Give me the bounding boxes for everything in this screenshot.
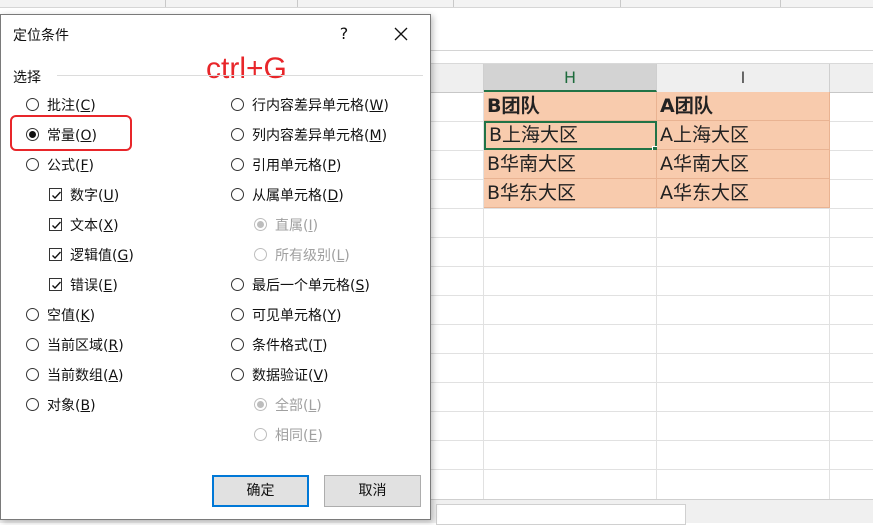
ribbon-separator bbox=[780, 0, 781, 7]
close-icon bbox=[394, 27, 408, 41]
cancel-button[interactable]: 取消 bbox=[324, 475, 421, 507]
goto-special-dialog: 定位条件 ? ctrl+G 选择 批注(C) 常量(O) 公式(F) 数字(U)… bbox=[0, 14, 431, 520]
cell-i-row2[interactable]: A华南大区 bbox=[657, 150, 830, 179]
help-button[interactable]: ? bbox=[327, 19, 361, 49]
radio-selected-icon bbox=[26, 128, 39, 141]
cell-h-header[interactable]: B团队 bbox=[484, 92, 657, 121]
radio-icon bbox=[26, 98, 39, 111]
column-header-g[interactable] bbox=[431, 64, 484, 92]
radio-icon bbox=[231, 188, 244, 201]
ribbon-separator bbox=[453, 0, 454, 7]
close-button[interactable] bbox=[383, 19, 419, 49]
radio-selected-icon bbox=[254, 398, 267, 411]
ribbon-separator bbox=[620, 0, 621, 7]
radio-icon bbox=[254, 428, 267, 441]
checkbox-checked-icon bbox=[49, 188, 62, 201]
shortcut-annotation: ctrl+G bbox=[206, 52, 287, 85]
column-header-j[interactable] bbox=[830, 64, 873, 92]
radio-icon bbox=[254, 248, 267, 261]
radio-icon bbox=[231, 308, 244, 321]
cell-h-row3[interactable]: B华东大区 bbox=[484, 179, 657, 208]
radio-icon bbox=[231, 278, 244, 291]
cell-h-row1[interactable]: B上海大区 bbox=[484, 121, 657, 150]
radio-icon bbox=[26, 158, 39, 171]
radio-icon bbox=[26, 398, 39, 411]
ribbon-separator bbox=[297, 0, 298, 7]
radio-icon bbox=[231, 158, 244, 171]
radio-icon bbox=[231, 368, 244, 381]
checkbox-checked-icon bbox=[49, 218, 62, 231]
radio-selected-icon bbox=[254, 218, 267, 231]
ribbon-strip bbox=[0, 0, 873, 8]
column-header-h[interactable]: H bbox=[484, 64, 657, 92]
checkbox-checked-icon bbox=[49, 248, 62, 261]
checkbox-checked-icon bbox=[49, 278, 62, 291]
radio-icon bbox=[26, 308, 39, 321]
cell-i-row1[interactable]: A上海大区 bbox=[657, 121, 830, 150]
radio-icon bbox=[231, 128, 244, 141]
cell-i-row3[interactable]: A华东大区 bbox=[657, 179, 830, 208]
ribbon-separator bbox=[165, 0, 166, 7]
ok-button[interactable]: 确定 bbox=[212, 475, 309, 507]
dialog-title: 定位条件 bbox=[13, 28, 69, 44]
radio-icon bbox=[26, 368, 39, 381]
column-header-i[interactable]: I bbox=[657, 64, 830, 92]
cell-h-row2[interactable]: B华南大区 bbox=[484, 150, 657, 179]
group-label-select: 选择 bbox=[13, 70, 41, 86]
radio-icon bbox=[231, 338, 244, 351]
radio-icon bbox=[26, 338, 39, 351]
group-divider bbox=[57, 75, 423, 76]
radio-icon bbox=[231, 98, 244, 111]
dialog-titlebar[interactable]: 定位条件 ? bbox=[1, 15, 430, 53]
cell-i-header[interactable]: A团队 bbox=[657, 92, 830, 121]
